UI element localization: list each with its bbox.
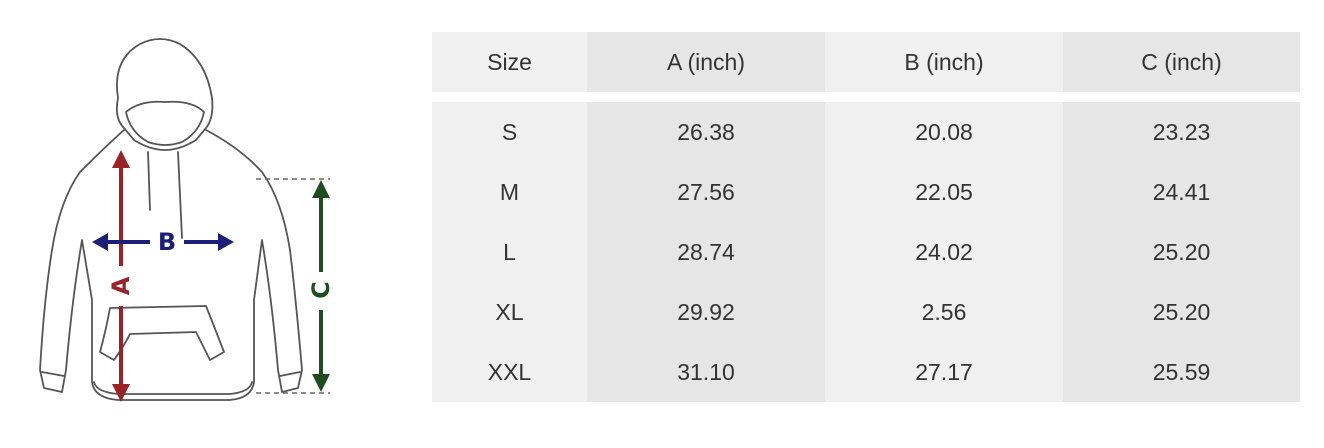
table-header-row: Size A (inch) B (inch) C (inch) [432, 32, 1300, 92]
header-size: Size [432, 32, 587, 92]
cell-c: 25.59 [1063, 342, 1300, 402]
cell-a: 26.38 [587, 102, 825, 162]
size-chart-table: Size A (inch) B (inch) C (inch) S 26.38 … [432, 32, 1300, 402]
header-b: B (inch) [825, 32, 1063, 92]
cell-b: 24.02 [825, 222, 1063, 282]
table-row: L 28.74 24.02 25.20 [432, 222, 1300, 282]
cell-c: 25.20 [1063, 282, 1300, 342]
measurement-b-label: B [158, 228, 176, 256]
hoodie-measurement-diagram: A B C [39, 38, 335, 402]
cell-b: 20.08 [825, 102, 1063, 162]
hoodie-outline [39, 38, 303, 401]
cell-a: 27.56 [587, 162, 825, 222]
cell-b: 22.05 [825, 162, 1063, 222]
measurement-c-label: C [307, 281, 335, 299]
table-row: XXL 31.10 27.17 25.59 [432, 342, 1300, 402]
measurement-a-label: A [107, 276, 135, 295]
measurement-a-arrow [112, 150, 130, 402]
cell-b: 2.56 [825, 282, 1063, 342]
cell-c: 23.23 [1063, 102, 1300, 162]
cell-size: XXL [432, 342, 587, 402]
cell-c: 25.20 [1063, 222, 1300, 282]
cell-c: 24.41 [1063, 162, 1300, 222]
header-a: A (inch) [587, 32, 825, 92]
table-row: M 27.56 22.05 24.41 [432, 162, 1300, 222]
cell-size: L [432, 222, 587, 282]
table-row: XL 29.92 2.56 25.20 [432, 282, 1300, 342]
cell-size: M [432, 162, 587, 222]
cell-a: 29.92 [587, 282, 825, 342]
header-c: C (inch) [1063, 32, 1300, 92]
table-gap [432, 92, 1300, 102]
table-row: S 26.38 20.08 23.23 [432, 102, 1300, 162]
cell-b: 27.17 [825, 342, 1063, 402]
cell-size: S [432, 102, 587, 162]
cell-a: 31.10 [587, 342, 825, 402]
cell-size: XL [432, 282, 587, 342]
cell-a: 28.74 [587, 222, 825, 282]
